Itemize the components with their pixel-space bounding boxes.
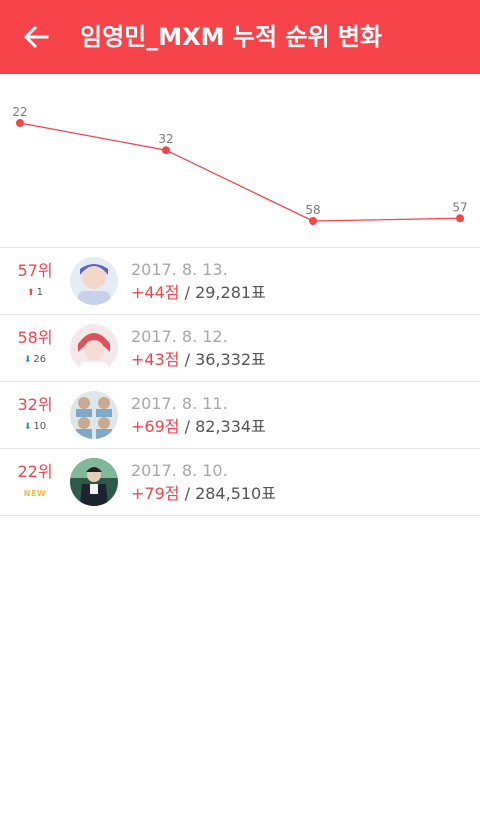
- avatar: [70, 458, 118, 506]
- list-item[interactable]: 32위 ⬇ 10 2017. 8. 11. +69점 / 82,334표: [0, 382, 480, 449]
- rank-change-value: 10: [33, 421, 47, 432]
- app-bar: 임영민_MXM 누적 순위 변화: [0, 0, 480, 74]
- votes-separator: /: [179, 350, 196, 369]
- data-point: [162, 146, 170, 155]
- data-point: [16, 119, 24, 127]
- votes-separator: /: [179, 283, 196, 302]
- points: +44점: [131, 283, 180, 302]
- data-label: 58: [305, 203, 320, 217]
- page-title: 임영민_MXM 누적 순위 변화: [80, 23, 383, 51]
- votes: 82,334표: [195, 417, 266, 436]
- rank-history-list: 57위 ⬆ 1 2017. 8. 13. +44점 / 29,281표 58위 ⬇…: [0, 248, 480, 516]
- back-button[interactable]: [18, 20, 54, 54]
- votes-separator: /: [179, 417, 196, 436]
- rank-label: 57위: [17, 261, 53, 280]
- avatar: [70, 257, 118, 305]
- date: 2017. 8. 10.: [131, 461, 228, 480]
- votes-separator: /: [179, 484, 196, 503]
- avatar: [70, 391, 118, 439]
- score-line: +44점 / 29,281표: [131, 283, 266, 303]
- data-label: 22: [12, 105, 27, 119]
- rank-column: 22위 NEW: [0, 449, 70, 515]
- points: +79점: [131, 484, 180, 503]
- rank-column: 57위 ⬆ 1: [0, 248, 70, 314]
- rank-change-value: 1: [36, 287, 43, 298]
- arrow-down-icon: ⬇: [23, 422, 32, 432]
- score-line: +79점 / 284,510표: [131, 484, 276, 504]
- score-line: +43점 / 36,332표: [131, 350, 266, 370]
- arrow-down-icon: ⬇: [23, 355, 32, 365]
- points: +43점: [131, 350, 180, 369]
- rank-label: 32위: [17, 395, 53, 414]
- rank-label: 58위: [17, 328, 53, 347]
- date: 2017. 8. 13.: [131, 260, 228, 279]
- series-line: [19, 122, 461, 222]
- rank-line-chart-svg: 22 32 58 57: [12, 105, 468, 225]
- new-badge: NEW: [23, 489, 47, 498]
- avatar: [70, 324, 118, 372]
- data-point: [456, 214, 464, 223]
- rank-change: ⬇ 10: [0, 421, 70, 433]
- list-item[interactable]: 58위 ⬇ 26 2017. 8. 12. +43점 / 36,332표: [0, 315, 480, 382]
- rank-column: 32위 ⬇ 10: [0, 382, 70, 448]
- data-label: 57: [452, 200, 467, 214]
- votes: 29,281표: [195, 283, 266, 302]
- arrow-left-icon: [23, 25, 49, 49]
- rank-change-value: 26: [33, 354, 47, 365]
- rank-change: ⬆ 1: [0, 287, 70, 299]
- votes: 36,332표: [195, 350, 266, 369]
- votes: 284,510표: [195, 484, 276, 503]
- list-item[interactable]: 57위 ⬆ 1 2017. 8. 13. +44점 / 29,281표: [0, 248, 480, 315]
- date: 2017. 8. 12.: [131, 327, 228, 346]
- rank-change: ⬇ 26: [0, 354, 70, 366]
- rank-label: 22위: [17, 462, 53, 481]
- rank-history-chart: 22 32 58 57: [0, 74, 480, 248]
- score-line: +69점 / 82,334표: [131, 417, 266, 437]
- date: 2017. 8. 11.: [131, 394, 228, 413]
- list-item[interactable]: 22위 NEW 2017. 8. 10. +79점 / 284,510표: [0, 449, 480, 516]
- rank-column: 58위 ⬇ 26: [0, 315, 70, 381]
- points: +69점: [131, 417, 180, 436]
- data-point: [309, 217, 317, 225]
- arrow-up-icon: ⬆: [27, 288, 35, 298]
- data-label: 32: [158, 132, 173, 146]
